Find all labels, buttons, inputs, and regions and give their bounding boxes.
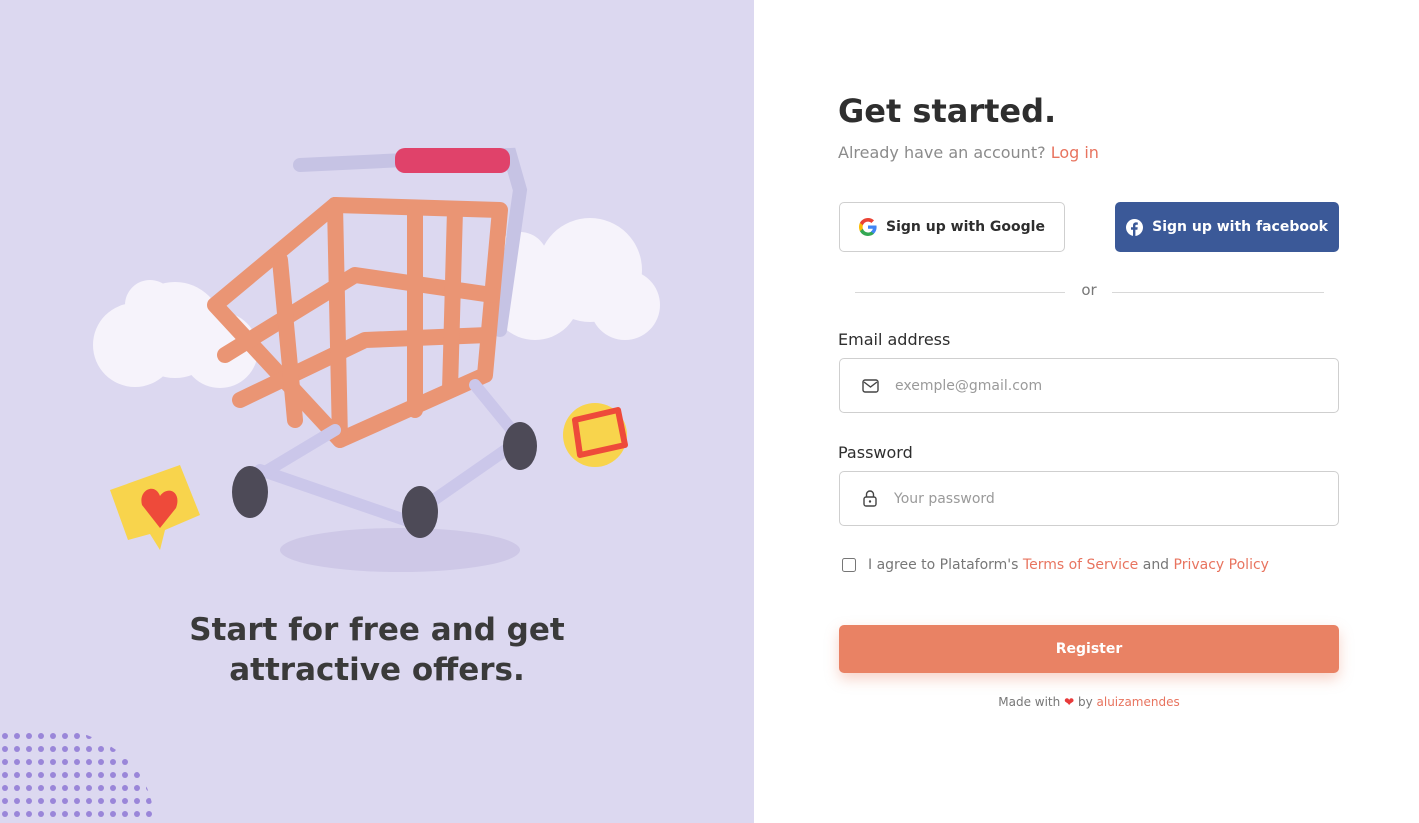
- login-link[interactable]: Log in: [1051, 143, 1099, 162]
- facebook-signup-button[interactable]: Sign up with facebook: [1115, 202, 1339, 252]
- thumbs-up-icon: [563, 403, 628, 467]
- footer-by: by: [1077, 695, 1093, 709]
- google-button-label: Sign up with Google: [886, 219, 1045, 235]
- heart-icon: ❤: [1064, 695, 1075, 709]
- google-icon: [859, 218, 877, 236]
- tagline: Start for free and get attractive offers…: [0, 610, 754, 690]
- footer: Made with ❤ by aluizamendes: [839, 695, 1339, 709]
- dot-pattern: [0, 730, 155, 823]
- facebook-button-label: Sign up with facebook: [1152, 219, 1328, 235]
- email-field-wrapper: [839, 358, 1339, 413]
- password-input[interactable]: [892, 477, 1338, 520]
- divider-left: [855, 292, 1065, 293]
- divider-or: or: [1081, 281, 1097, 299]
- tagline-line-2: attractive offers.: [229, 652, 525, 688]
- left-panel: Start for free and get attractive offers…: [0, 0, 754, 823]
- mail-icon: [862, 378, 879, 393]
- login-prompt-text: Already have an account?: [838, 143, 1046, 162]
- register-button[interactable]: Register: [839, 625, 1339, 673]
- google-signup-button[interactable]: Sign up with Google: [839, 202, 1065, 252]
- agree-and: and: [1142, 557, 1170, 573]
- footer-made-with: Made with: [998, 695, 1061, 709]
- email-input[interactable]: [893, 364, 1338, 407]
- privacy-link[interactable]: Privacy Policy: [1174, 557, 1269, 573]
- email-label: Email address: [838, 330, 951, 349]
- agree-text: I agree to Plataform's: [868, 557, 1019, 573]
- password-field-wrapper: [839, 471, 1339, 526]
- heart-icon: [110, 465, 200, 550]
- terms-link[interactable]: Terms of Service: [1023, 557, 1138, 573]
- divider-right: [1112, 292, 1324, 293]
- login-prompt: Already have an account? Log in: [838, 143, 1099, 162]
- password-label: Password: [838, 443, 913, 462]
- cart-illustration: [93, 147, 660, 572]
- terms-agreement: I agree to Plataform's Terms of Service …: [842, 557, 1269, 573]
- tagline-line-1: Start for free and get: [189, 612, 565, 648]
- facebook-icon: [1126, 218, 1144, 236]
- page-title: Get started.: [838, 92, 1057, 130]
- terms-checkbox[interactable]: [842, 558, 856, 572]
- author-link[interactable]: aluizamendes: [1097, 695, 1180, 709]
- lock-icon: [862, 490, 878, 507]
